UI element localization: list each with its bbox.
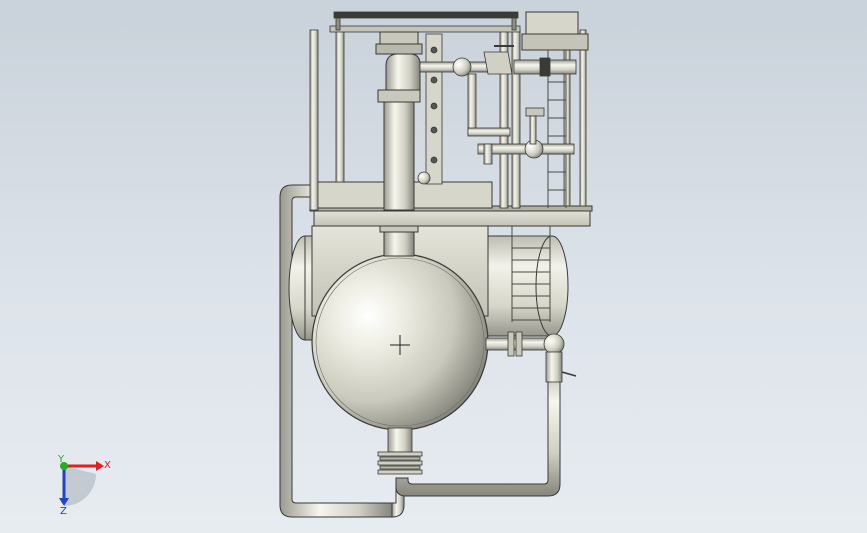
right-horizontal-tank [479,235,569,337]
z-axis-label: Z [60,506,67,517]
control-cabinet [521,11,589,51]
equipment-model-view[interactable]: X Y Z [0,0,867,533]
spherical-vessel [311,253,489,431]
y-axis-label: Y [57,454,65,465]
x-axis-head [96,461,104,471]
cad-viewport[interactable]: X Y Z [0,0,867,533]
bottom-expansion-joint [377,427,423,475]
x-axis-label: X [104,460,111,471]
upper-valve-line [419,45,577,137]
coordinate-triad: X Y Z [57,454,111,517]
platform-deck [309,181,593,227]
triad-plane-shade [64,466,96,506]
side-outlet-valve [485,331,577,383]
instrument-panel [417,33,443,185]
